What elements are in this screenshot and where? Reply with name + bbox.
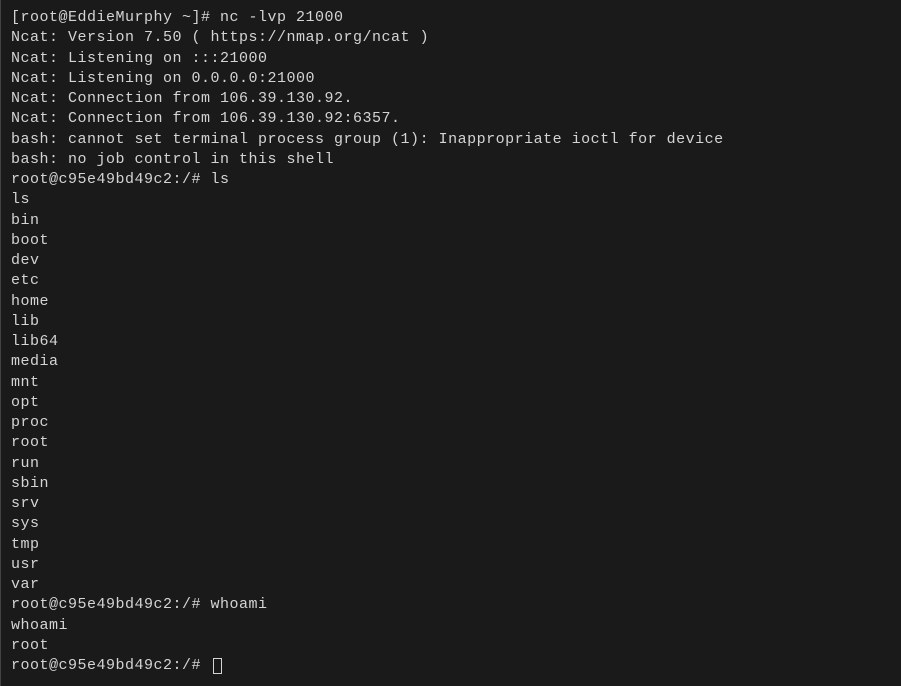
terminal-line: root <box>11 433 891 453</box>
terminal-line: boot <box>11 231 891 251</box>
terminal-line: lib64 <box>11 332 891 352</box>
terminal-line: mnt <box>11 373 891 393</box>
terminal-output[interactable]: [root@EddieMurphy ~]# nc -lvp 21000 Ncat… <box>11 8 891 676</box>
terminal-line: dev <box>11 251 891 271</box>
terminal-line: bin <box>11 211 891 231</box>
terminal-line: tmp <box>11 535 891 555</box>
terminal-prompt-line: root@c95e49bd49c2:/# <box>11 656 891 676</box>
terminal-line: bash: cannot set terminal process group … <box>11 130 891 150</box>
terminal-line: Ncat: Connection from 106.39.130.92. <box>11 89 891 109</box>
terminal-line: root <box>11 636 891 656</box>
terminal-line: Ncat: Listening on 0.0.0.0:21000 <box>11 69 891 89</box>
terminal-line: [root@EddieMurphy ~]# nc -lvp 21000 <box>11 8 891 28</box>
terminal-line: srv <box>11 494 891 514</box>
terminal-line: run <box>11 454 891 474</box>
terminal-line: Ncat: Listening on :::21000 <box>11 49 891 69</box>
terminal-line: usr <box>11 555 891 575</box>
terminal-line: sbin <box>11 474 891 494</box>
terminal-line: Ncat: Version 7.50 ( https://nmap.org/nc… <box>11 28 891 48</box>
terminal-line: ls <box>11 190 891 210</box>
terminal-line: proc <box>11 413 891 433</box>
terminal-line: whoami <box>11 616 891 636</box>
terminal-line: root@c95e49bd49c2:/# ls <box>11 170 891 190</box>
terminal-line: root@c95e49bd49c2:/# whoami <box>11 595 891 615</box>
cursor-icon <box>213 658 222 674</box>
terminal-line: lib <box>11 312 891 332</box>
terminal-line: etc <box>11 271 891 291</box>
terminal-line: Ncat: Connection from 106.39.130.92:6357… <box>11 109 891 129</box>
terminal-line: var <box>11 575 891 595</box>
terminal-line: bash: no job control in this shell <box>11 150 891 170</box>
terminal-line: home <box>11 292 891 312</box>
terminal-line: opt <box>11 393 891 413</box>
terminal-line: sys <box>11 514 891 534</box>
terminal-line: media <box>11 352 891 372</box>
terminal-prompt: root@c95e49bd49c2:/# <box>11 657 211 674</box>
